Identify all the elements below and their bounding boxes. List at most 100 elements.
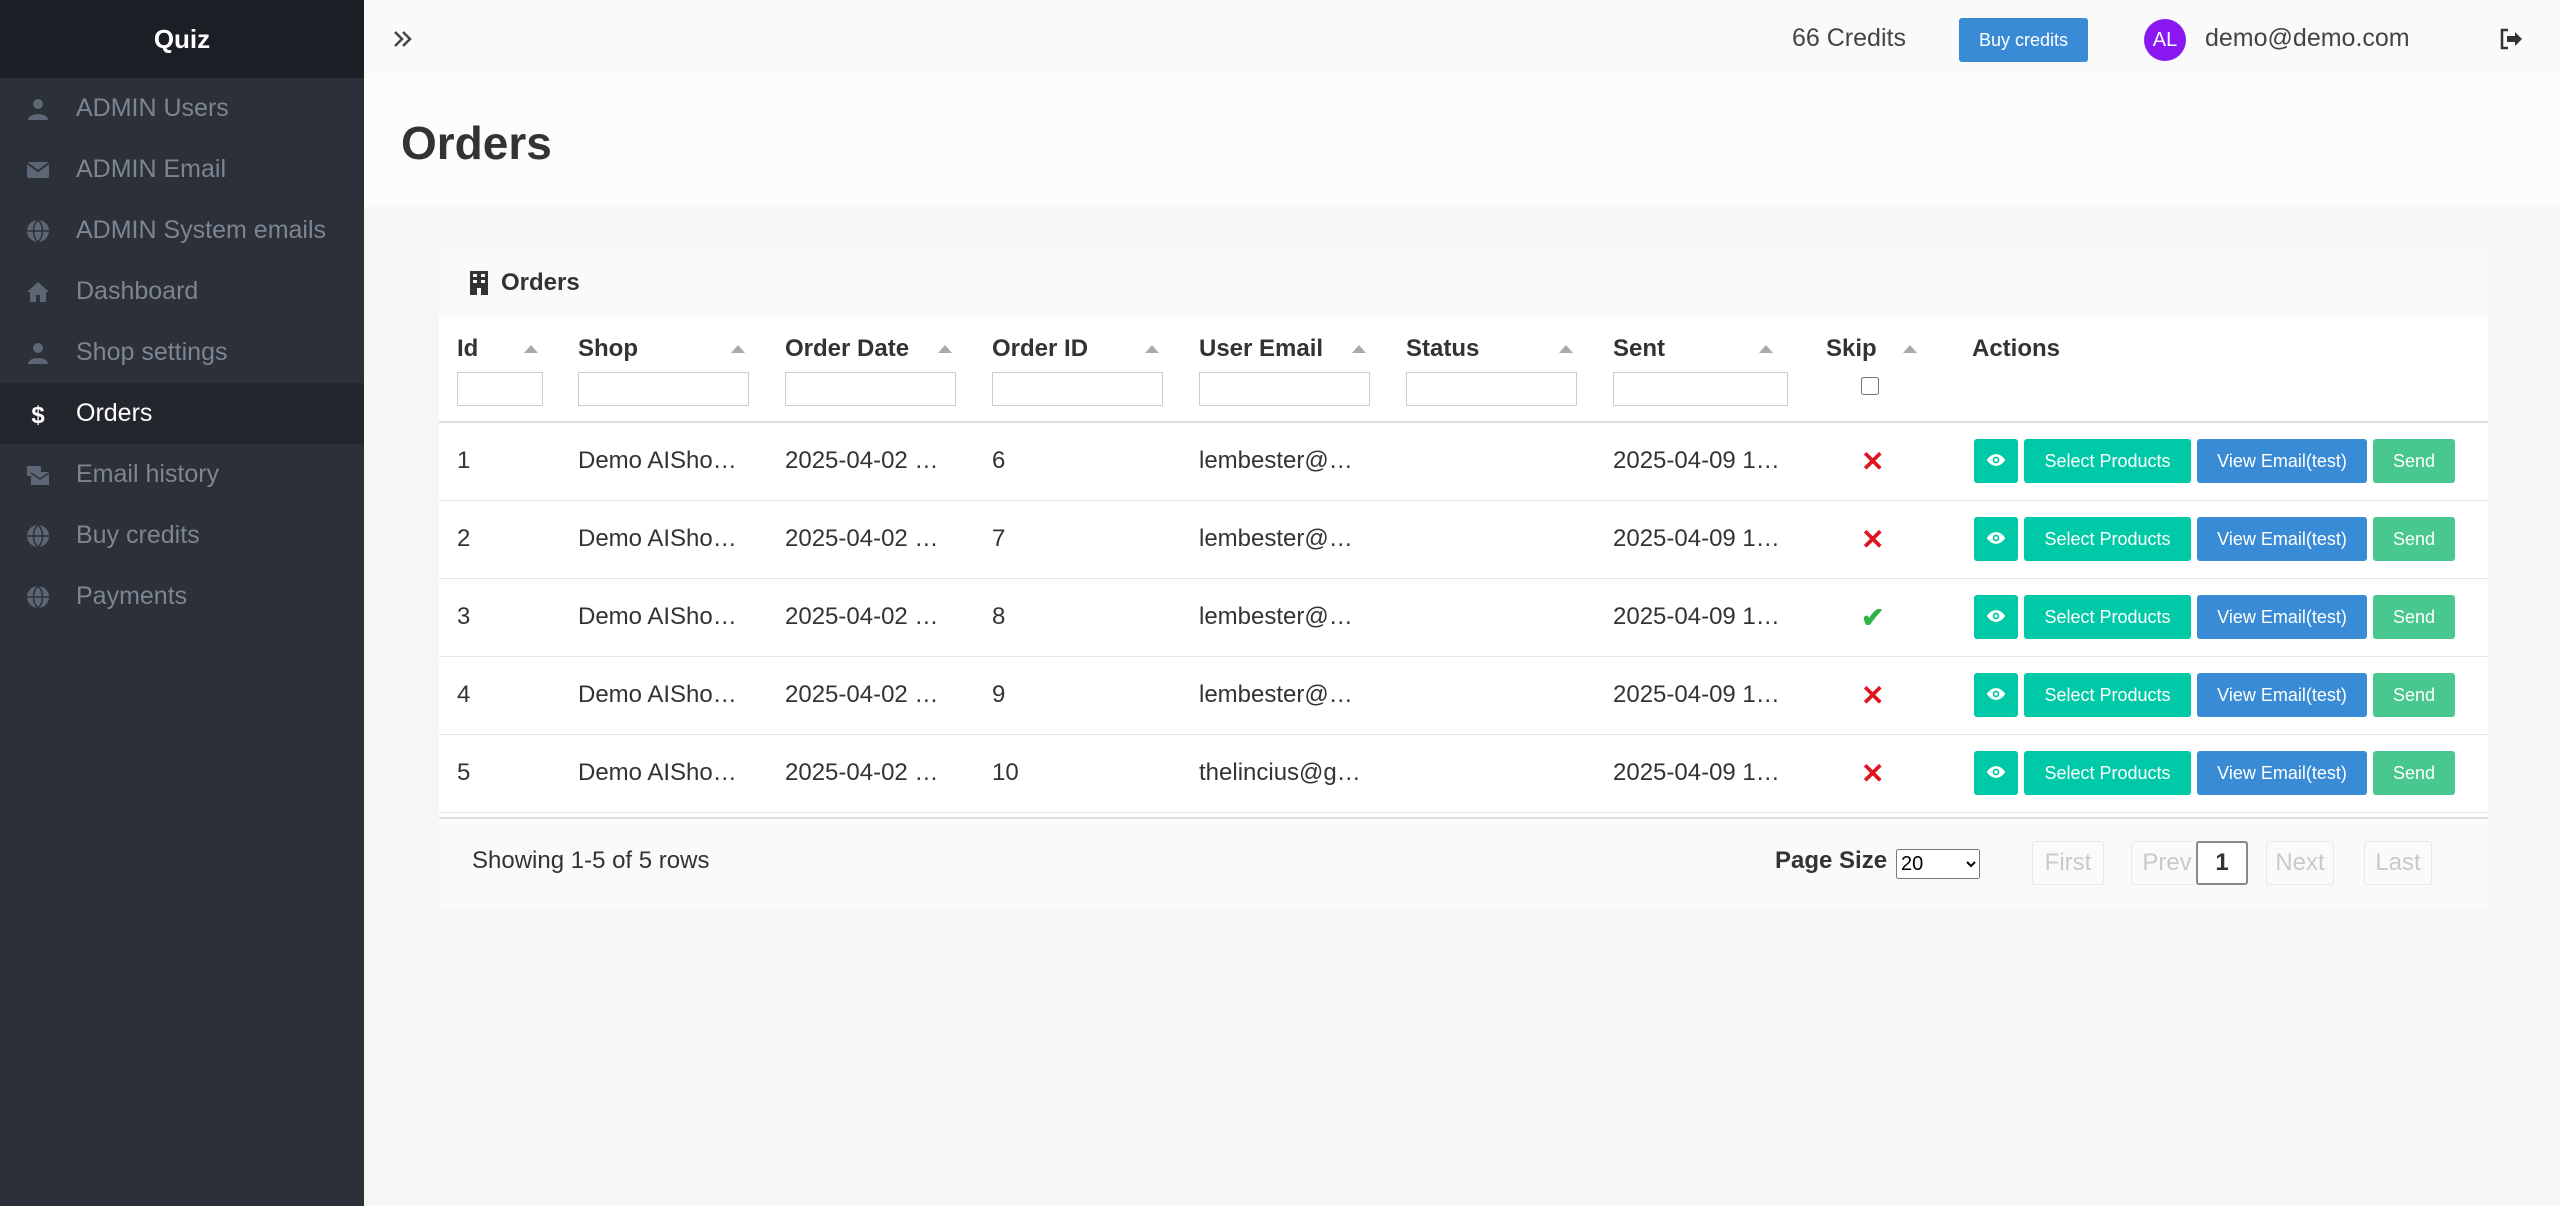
- col-header-skip[interactable]: Skip: [1808, 317, 1954, 422]
- col-header-user-email[interactable]: User Email: [1181, 317, 1388, 422]
- sort-icon[interactable]: [1759, 345, 1773, 353]
- view-order-button[interactable]: [1974, 751, 2018, 795]
- sort-icon[interactable]: [938, 345, 952, 353]
- select-products-button[interactable]: Select Products: [2024, 751, 2191, 795]
- filter-user-email-input[interactable]: [1199, 372, 1370, 406]
- cell-shop: Demo AISho…: [578, 681, 737, 708]
- filter-shop-input[interactable]: [578, 372, 749, 406]
- current-page-button[interactable]: 1: [2196, 841, 2248, 885]
- view-email-test-button[interactable]: View Email(test): [2197, 751, 2367, 795]
- view-email-test-button[interactable]: View Email(test): [2197, 517, 2367, 561]
- col-label-order-id: Order ID: [992, 335, 1089, 362]
- user-email[interactable]: demo@demo.com: [2205, 24, 2410, 53]
- cell-user-email: thelincius@g…: [1199, 759, 1361, 786]
- filter-sent-input[interactable]: [1613, 372, 1788, 406]
- cell-user-email: lembester@…: [1199, 447, 1353, 475]
- cell-user-email: lembester@…: [1199, 525, 1353, 552]
- sort-icon[interactable]: [1352, 345, 1366, 353]
- col-header-order-date[interactable]: Order Date: [767, 317, 974, 422]
- table-row[interactable]: 5 Demo AISho… 2025-04-02 … 10 thelincius@g… 2…: [439, 734, 2488, 812]
- select-products-button[interactable]: Select Products: [2024, 439, 2191, 484]
- col-header-shop[interactable]: Shop: [560, 317, 767, 422]
- send-button[interactable]: Send: [2373, 439, 2455, 484]
- sidebar-item-admin-users[interactable]: ADMIN Users: [0, 78, 364, 139]
- send-button[interactable]: Send: [2373, 595, 2455, 639]
- sidebar-item-admin-email[interactable]: ADMIN Email: [0, 139, 364, 200]
- sidebar-item-buy-credits[interactable]: Buy credits: [0, 505, 364, 566]
- cell-order-date: 2025-04-02 …: [785, 603, 939, 630]
- sidebar-item-dashboard[interactable]: Dashboard: [0, 261, 364, 322]
- select-products-button[interactable]: Select Products: [2024, 595, 2191, 639]
- topbar: 66 Credits Buy credits AL demo@demo.com: [364, 0, 2560, 78]
- table-row[interactable]: 2 Demo AISho… 2025-04-02 … 7 lembester@… 2025…: [439, 500, 2488, 578]
- page-title: Orders: [401, 117, 552, 169]
- cell-id: 4: [457, 681, 471, 708]
- next-page-button[interactable]: Next: [2266, 841, 2334, 885]
- send-button[interactable]: Send: [2373, 673, 2455, 717]
- sidebar-item-payments[interactable]: Payments: [0, 566, 364, 627]
- sidebar-item-email-history[interactable]: Email history: [0, 444, 364, 505]
- page-size-select[interactable]: 20: [1896, 849, 1980, 879]
- cell-order-id: 9: [992, 681, 1006, 708]
- sort-icon[interactable]: [1559, 345, 1573, 353]
- sort-icon[interactable]: [731, 345, 745, 353]
- select-products-button[interactable]: Select Products: [2024, 673, 2191, 717]
- col-header-sent[interactable]: Sent: [1595, 317, 1808, 422]
- user-icon: [0, 97, 76, 121]
- cell-shop: Demo AISho…: [578, 603, 737, 630]
- rows-summary: Showing 1-5 of 5 rows: [472, 847, 710, 874]
- table-row[interactable]: 3 Demo AISho… 2025-04-02 … 8 lembester@… 2025…: [439, 578, 2488, 656]
- view-order-button[interactable]: [1974, 595, 2018, 639]
- view-email-test-button[interactable]: View Email(test): [2197, 439, 2367, 484]
- last-page-button[interactable]: Last: [2364, 841, 2432, 885]
- filter-status-input[interactable]: [1406, 372, 1577, 406]
- view-email-test-button[interactable]: View Email(test): [2197, 673, 2367, 717]
- col-header-order-id[interactable]: Order ID: [974, 317, 1181, 422]
- send-button[interactable]: Send: [2373, 751, 2455, 795]
- cell-order-id: 10: [992, 759, 1019, 786]
- cell-sent: 2025-04-09 1…: [1613, 603, 1780, 630]
- user-icon: [0, 341, 76, 365]
- filter-order-date-input[interactable]: [785, 372, 956, 406]
- buy-credits-button[interactable]: Buy credits: [1959, 18, 2088, 62]
- logout-icon[interactable]: [2496, 24, 2526, 54]
- cell-shop: Demo AISho…: [578, 447, 737, 475]
- globe-icon: [0, 523, 76, 548]
- sidebar-toggle-icon[interactable]: [388, 24, 418, 54]
- prev-page-button[interactable]: Prev: [2131, 841, 2203, 885]
- sort-icon[interactable]: [524, 345, 538, 353]
- brand-title[interactable]: Quiz: [0, 0, 364, 78]
- view-order-button[interactable]: [1974, 439, 2018, 484]
- credits-count: 66 Credits: [1792, 24, 1906, 52]
- sidebar-nav: ADMIN Users ADMIN Email ADMIN System email…: [0, 78, 364, 627]
- col-header-id[interactable]: Id: [439, 317, 560, 422]
- col-label-status: Status: [1406, 335, 1480, 362]
- filter-skip-checkbox[interactable]: [1861, 377, 1879, 395]
- col-header-status[interactable]: Status: [1388, 317, 1595, 422]
- eye-icon: [1986, 685, 2006, 706]
- cell-order-date: 2025-04-02 …: [785, 447, 939, 475]
- sidebar-item-orders[interactable]: $ Orders: [0, 383, 364, 444]
- view-order-button[interactable]: [1974, 517, 2018, 561]
- send-button[interactable]: Send: [2373, 517, 2455, 561]
- sidebar-item-admin-system-emails[interactable]: ADMIN System emails: [0, 200, 364, 261]
- sort-icon[interactable]: [1903, 345, 1917, 353]
- filter-id-input[interactable]: [457, 372, 543, 406]
- orders-card: Orders Id Shop Order Date Order ID User …: [439, 247, 2488, 909]
- table-row[interactable]: 4 Demo AISho… 2025-04-02 … 9 lembester@… 2025…: [439, 656, 2488, 734]
- card-title: Orders: [501, 269, 580, 296]
- sidebar-item-label: ADMIN System emails: [76, 216, 327, 244]
- avatar[interactable]: AL: [2144, 19, 2186, 61]
- filter-order-id-input[interactable]: [992, 372, 1163, 406]
- first-page-button[interactable]: First: [2032, 841, 2104, 885]
- view-email-test-button[interactable]: View Email(test): [2197, 595, 2367, 639]
- cell-sent: 2025-04-09 1…: [1613, 447, 1780, 475]
- cell-shop: Demo AISho…: [578, 525, 737, 552]
- sort-icon[interactable]: [1145, 345, 1159, 353]
- select-products-button[interactable]: Select Products: [2024, 517, 2191, 561]
- sidebar-item-shop-settings[interactable]: Shop settings: [0, 322, 364, 383]
- view-order-button[interactable]: [1974, 673, 2018, 717]
- card-header: Orders: [439, 247, 2488, 317]
- col-header-actions: Actions: [1954, 317, 2488, 422]
- table-row[interactable]: 1 Demo AISho… 2025-04-02 … 6 lembester@… 2025…: [439, 422, 2488, 500]
